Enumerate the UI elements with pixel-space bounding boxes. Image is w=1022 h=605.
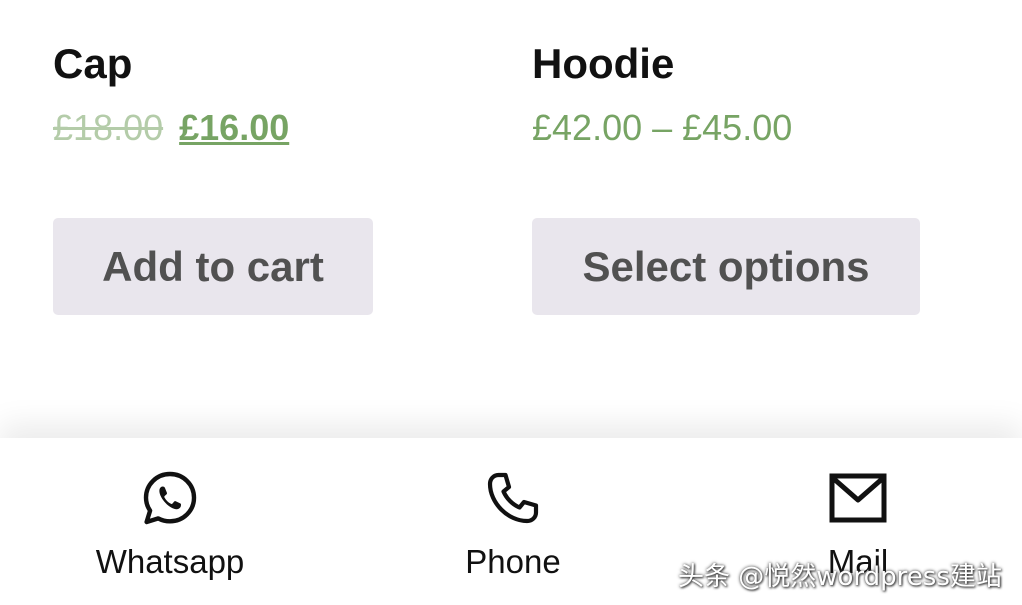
page: Cap £18.00 £16.00 Add to cart Hoodie £42… [0, 0, 1022, 605]
whatsapp-icon [143, 471, 197, 525]
original-price: £18.00 [53, 107, 164, 148]
product-card-cap: Cap £18.00 £16.00 Add to cart [53, 38, 473, 315]
phone-link[interactable]: Phone [413, 468, 613, 582]
product-price-range: £42.00 – £45.00 [532, 107, 793, 148]
select-options-button[interactable]: Select options [532, 218, 920, 315]
whatsapp-link[interactable]: Whatsapp [70, 468, 270, 582]
sale-price: £16.00 [179, 107, 290, 148]
phone-label: Phone [465, 543, 561, 580]
add-to-cart-button[interactable]: Add to cart [53, 218, 373, 315]
whatsapp-label: Whatsapp [95, 543, 245, 580]
mail-icon [829, 473, 887, 523]
product-price: £18.00 £16.00 [53, 106, 473, 150]
product-title[interactable]: Hoodie [532, 38, 952, 90]
watermark-text: 头条 @悦然wordpress建站 [678, 562, 1002, 592]
product-title[interactable]: Cap [53, 38, 473, 90]
product-card-hoodie: Hoodie £42.00 – £45.00 Select options [532, 38, 952, 315]
phone-icon [487, 472, 539, 524]
